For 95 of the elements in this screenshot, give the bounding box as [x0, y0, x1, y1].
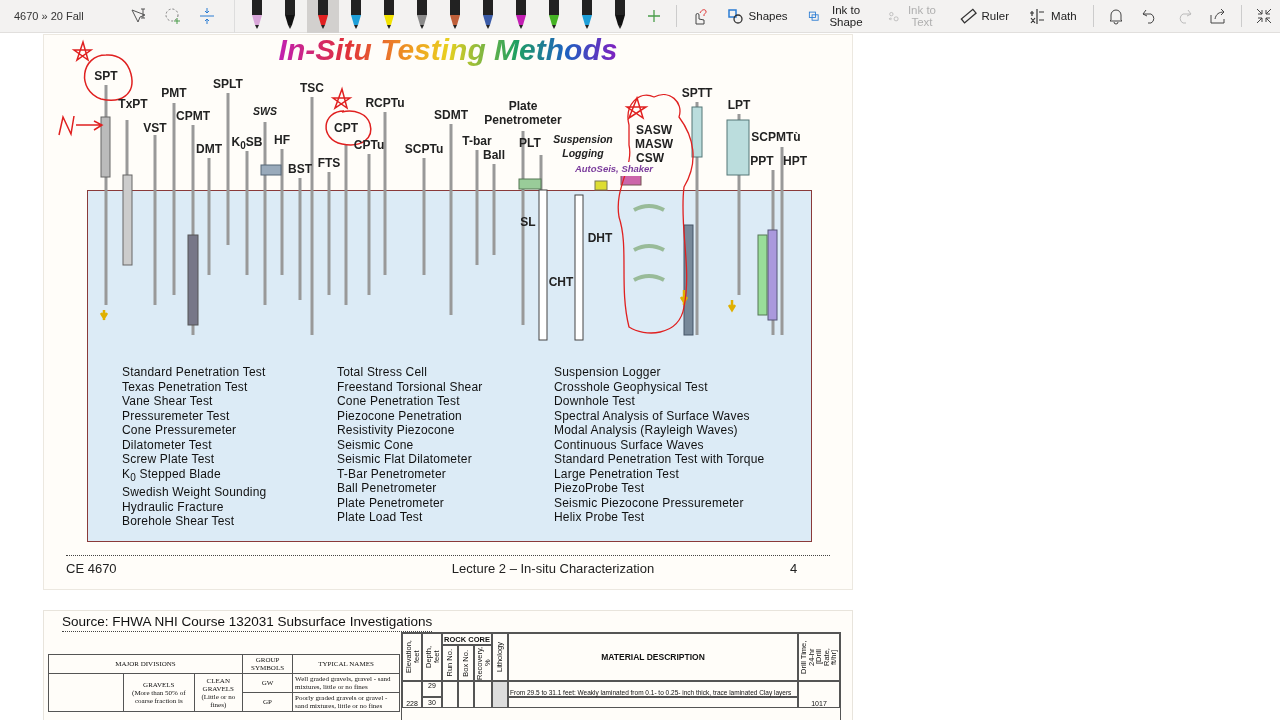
method-abbreviation: TxPT	[118, 97, 148, 111]
lithology-pattern	[492, 681, 508, 708]
ink-star	[624, 95, 649, 120]
method-abbreviation: FTS	[317, 156, 341, 170]
method-name: Texas Penetration Test	[122, 379, 249, 394]
method-abbreviation: TSC	[300, 81, 324, 95]
table-cell	[442, 681, 458, 708]
method-name: Standard Penetration Test with Torque	[554, 452, 766, 467]
method-abbreviation: SASW	[636, 123, 672, 137]
collapse-icon[interactable]	[1256, 8, 1273, 24]
method-name: Crosshole Geophysical Test	[554, 379, 709, 394]
pen-tool[interactable]	[306, 0, 339, 33]
ink-star	[330, 86, 353, 110]
method-abbreviation: DMT	[196, 142, 222, 156]
method-name: K$_{0}$ Stepped Blade	[122, 466, 222, 485]
method-abbreviation: SDMT	[434, 108, 468, 122]
ruler-icon[interactable]	[959, 7, 977, 25]
table-cell	[458, 681, 474, 708]
method-name: Modal Analysis (Rayleigh Waves)	[554, 423, 739, 438]
method-abbreviation: BST	[288, 162, 312, 176]
method-abbreviation: SPLT	[213, 77, 243, 91]
method-name: Downhole Test	[554, 394, 637, 409]
notebook-breadcrumb[interactable]: 4670 » 20 Fall	[0, 10, 122, 22]
method-abbreviation: SCPMTù	[751, 130, 801, 144]
method-abbreviation: PPT	[750, 154, 774, 168]
method-abbreviation: SPT	[94, 69, 118, 83]
method-name: PiezoProbe Test	[554, 481, 646, 496]
method-name: Piezocone Penetration	[337, 408, 463, 423]
method-name: Resistivity Piezocone	[337, 423, 456, 438]
method-name: Borehole Shear Test	[122, 514, 236, 529]
math-icon[interactable]	[1029, 7, 1047, 25]
ruler-button[interactable]: Ruler	[949, 7, 1020, 25]
method-name: Seismic Cone	[337, 437, 415, 452]
share-icon[interactable]	[1209, 7, 1228, 25]
method-name: Large Penetration Test	[554, 466, 680, 481]
method-abbreviation: HF	[274, 133, 290, 147]
method-name: Plate Penetrometer	[337, 495, 445, 510]
method-name: Spectral Analysis of Surface Waves	[554, 408, 751, 423]
method-name: Standard Penetration Test	[122, 365, 267, 380]
method-abbreviation: VST	[143, 121, 167, 135]
method-name: Vane Shear Test	[122, 394, 214, 409]
method-name: Continuous Surface Waves	[554, 437, 705, 452]
method-abbreviation: CPMT	[176, 109, 210, 123]
method-abbreviation: PLT	[519, 136, 541, 150]
text-select-icon[interactable]	[129, 7, 148, 25]
method-abbreviation: Ball	[483, 148, 505, 162]
add-space-icon[interactable]	[197, 7, 216, 25]
method-abbreviation: CPTu	[353, 138, 385, 152]
table-cell	[474, 681, 492, 708]
method-abbreviation: SWS	[253, 104, 277, 118]
method-name: Seismic Flat Dilatometer	[337, 452, 473, 467]
method-name: Cone Penetration Test	[337, 394, 461, 409]
math-button[interactable]: Math	[1019, 7, 1087, 25]
method-name: Total Stress Cell	[337, 365, 429, 380]
method-name: Seismic Piezocone Pressuremeter	[554, 495, 745, 510]
table-header: MATERIAL DESCRIPTION	[508, 633, 798, 681]
plus-icon[interactable]	[647, 9, 660, 22]
slide-number: 4	[790, 561, 799, 576]
method-abbreviation: RCPTu	[365, 96, 405, 110]
method-name: Freestand Torsional Shear	[337, 379, 484, 394]
method-name: Ball Penetrometer	[337, 481, 438, 496]
method-abbreviation: CHT	[548, 275, 574, 289]
method-name: Screw Plate Test	[122, 452, 216, 467]
method-name: Cone Pressuremeter	[122, 423, 238, 438]
method-abbreviation: Plate Penetrometer	[484, 99, 562, 127]
method-abbreviation: SL	[520, 215, 536, 229]
method-abbreviation: T-bar	[462, 134, 492, 148]
method-name: Hydraulic Fracture	[122, 499, 225, 515]
method-name: Swedish Weight Sounding	[122, 485, 268, 500]
method-abbreviation: MASW	[635, 137, 673, 151]
method-abbreviation: SCPTu	[404, 142, 444, 156]
course-code: CE 4670	[66, 561, 118, 576]
ink-to-shape-button[interactable]: Ink to Shape	[797, 4, 878, 28]
method-abbreviation: CPT	[334, 121, 358, 135]
ink-scribble	[58, 114, 104, 137]
ink-star	[71, 39, 94, 62]
method-abbreviation: K$_{0}$SB	[231, 135, 263, 154]
method-abbreviation: Suspension Logging	[553, 132, 613, 160]
shapes-icon[interactable]	[726, 7, 744, 25]
method-name: Pressuremeter Test	[122, 408, 231, 423]
method-name: Suspension Logger	[554, 365, 662, 380]
method-name: Plate Load Test	[337, 510, 424, 525]
method-name: Dilatometer Test	[122, 437, 213, 452]
method-abbreviation: LPT	[727, 98, 751, 112]
method-abbreviation: AutoSeis, Shaker	[574, 162, 654, 176]
method-name: Helix Probe Test	[554, 510, 646, 525]
method-name: T-Bar Penetrometer	[337, 466, 447, 481]
method-abbreviation: HPT	[783, 154, 807, 168]
lecture-title: Lecture 2 – In-situ Characterization	[450, 561, 656, 576]
source-citation: Source: FHWA NHI Course 132031 Subsurface Investigations	[62, 614, 433, 632]
method-abbreviation: SPTT	[681, 86, 713, 100]
method-abbreviation: PMT	[161, 86, 187, 100]
method-abbreviation: CSW	[636, 151, 664, 165]
shapes-button[interactable]: Shapes	[716, 7, 798, 25]
method-abbreviation: DHT	[587, 231, 613, 245]
